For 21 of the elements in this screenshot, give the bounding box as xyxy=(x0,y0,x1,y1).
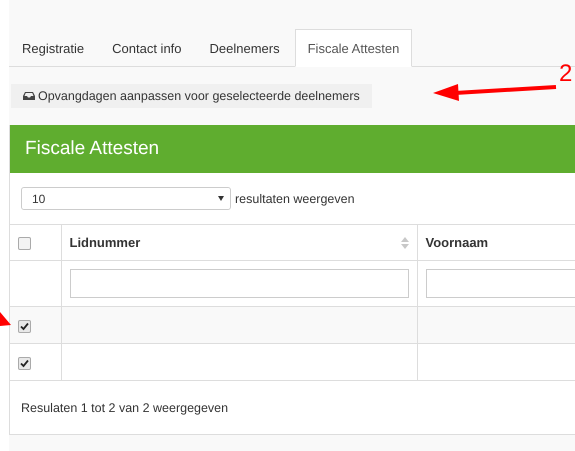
tab[interactable]: Contact info xyxy=(99,29,195,67)
tab[interactable]: Registratie xyxy=(9,29,98,67)
sort-icon[interactable] xyxy=(400,236,408,248)
column-header[interactable]: Voornaam xyxy=(426,235,488,250)
caret-icon[interactable] xyxy=(218,196,224,201)
page-size-select[interactable]: 10 xyxy=(21,187,231,210)
filter-field[interactable] xyxy=(70,269,408,298)
action-button[interactable]: Opvangdagen aanpassen voor geselecteerde deelnemers xyxy=(11,84,372,108)
select-all-checkbox[interactable] xyxy=(18,237,31,250)
results-info: Resulaten 1 tot 2 van 2 weergegeven xyxy=(21,401,228,415)
inbox-icon xyxy=(23,90,35,100)
page-size-label: resultaten weergeven xyxy=(235,192,355,206)
row-checkbox[interactable] xyxy=(18,356,31,370)
filter-field[interactable] xyxy=(426,269,575,298)
tab[interactable]: Fiscale Attesten xyxy=(294,29,412,67)
column-header[interactable]: Lidnummer xyxy=(70,235,140,250)
tab[interactable]: Deelnemers xyxy=(196,29,293,67)
panel-title: Fiscale Attesten xyxy=(25,138,160,160)
arrow xyxy=(0,312,11,326)
row-checkbox[interactable] xyxy=(18,320,31,333)
annotation-number: 2 xyxy=(559,60,572,88)
